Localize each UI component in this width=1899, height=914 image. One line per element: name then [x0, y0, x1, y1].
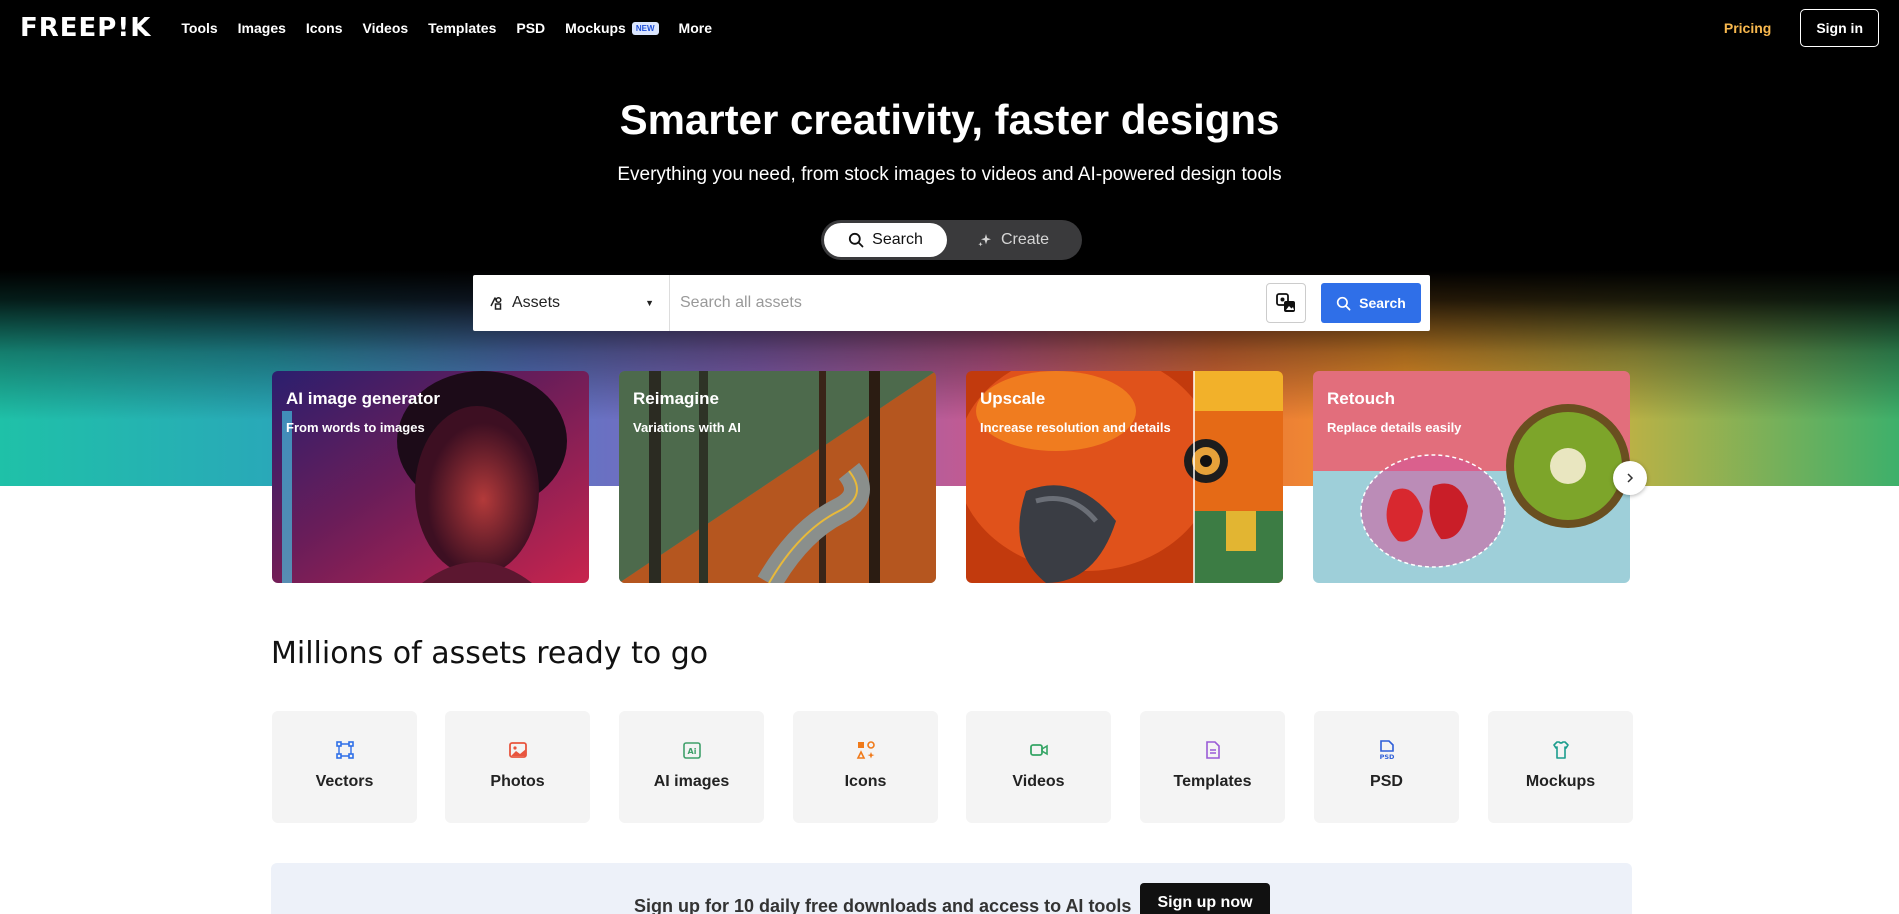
- category-icons[interactable]: Icons: [793, 711, 938, 823]
- feature-card-ai-image-generator[interactable]: AI image generator From words to images: [272, 371, 589, 583]
- category-psd[interactable]: PSD PSD: [1314, 711, 1459, 823]
- nav-item-label: PSD: [516, 20, 546, 36]
- hero-subtitle: Everything you need, from stock images t…: [617, 164, 1282, 185]
- nav-item-label: Videos: [362, 20, 409, 36]
- image-search-icon: [1276, 293, 1295, 312]
- card-subtitle: From words to images: [286, 420, 425, 435]
- image-search-button[interactable]: [1266, 283, 1306, 323]
- search-icon: [1336, 296, 1351, 310]
- sign-up-button[interactable]: Sign up now: [1140, 883, 1270, 914]
- card-title: Retouch: [1327, 389, 1395, 408]
- mode-search-label: Search: [872, 231, 923, 248]
- search-bar: Assets ▼ Search: [473, 275, 1430, 331]
- nav-item-psd[interactable]: PSD: [516, 20, 545, 36]
- category-label: Templates: [1173, 773, 1252, 790]
- main-nav: Tools Images Icons Videos Templates PSD …: [181, 20, 712, 36]
- nav-item-images[interactable]: Images: [238, 20, 286, 36]
- photo-icon: [508, 742, 527, 758]
- icons-icon: [856, 741, 875, 759]
- search-create-toggle: Search Create: [821, 220, 1082, 260]
- search-button-label: Search: [1359, 295, 1406, 311]
- feature-card-reimagine[interactable]: Reimagine Variations with AI: [619, 371, 936, 583]
- search-input[interactable]: [670, 275, 1266, 331]
- search-button[interactable]: Search: [1321, 283, 1421, 323]
- category-label: Mockups: [1525, 773, 1596, 790]
- nav-item-label: Templates: [428, 20, 497, 36]
- card-title: Upscale: [980, 389, 1046, 408]
- carousel-next-button[interactable]: [1613, 461, 1647, 495]
- caret-down-icon: ▼: [645, 298, 654, 308]
- nav-item-mockups[interactable]: Mockups NEW: [565, 20, 659, 36]
- vector-icon: [335, 741, 354, 759]
- mode-search-tab[interactable]: Search: [824, 223, 947, 257]
- header-actions: Pricing Sign in: [1724, 9, 1879, 47]
- assets-icon: [490, 296, 502, 310]
- pricing-link[interactable]: Pricing: [1724, 20, 1771, 36]
- psd-icon: PSD: [1379, 740, 1395, 761]
- freepik-logo[interactable]: FREEP!K: [20, 13, 151, 43]
- template-icon: [1205, 741, 1220, 759]
- ai-image-icon: Ai: [682, 742, 701, 759]
- chevron-right-icon: [1627, 473, 1634, 483]
- nav-item-label: Tools: [181, 20, 218, 36]
- category-mockups[interactable]: Mockups: [1488, 711, 1633, 823]
- sparkle-icon: [978, 234, 991, 247]
- asset-type-value: Assets: [512, 294, 561, 311]
- category-templates[interactable]: Templates: [1140, 711, 1285, 823]
- nav-item-icons[interactable]: Icons: [306, 20, 343, 36]
- sign-in-button[interactable]: Sign in: [1800, 9, 1879, 47]
- nav-item-videos[interactable]: Videos: [363, 20, 409, 36]
- feature-card-upscale[interactable]: Upscale Increase resolution and details: [966, 371, 1283, 583]
- feature-card-retouch[interactable]: Retouch Replace details easily: [1313, 371, 1630, 583]
- signup-banner-text: Sign up for 10 daily free downloads and …: [634, 896, 1132, 914]
- nav-item-more[interactable]: More: [679, 20, 712, 36]
- mode-create-label: Create: [1000, 231, 1050, 248]
- card-subtitle: Replace details easily: [1327, 420, 1462, 435]
- assets-section-title: Millions of assets ready to go: [271, 636, 709, 671]
- category-vectors[interactable]: Vectors: [272, 711, 417, 823]
- category-label: Videos: [1012, 773, 1065, 790]
- category-photos[interactable]: Photos: [445, 711, 590, 823]
- hero-title: Smarter creativity, faster designs: [619, 96, 1280, 143]
- nav-item-label: Images: [237, 20, 286, 36]
- category-label: Photos: [490, 773, 545, 790]
- category-label: AI images: [653, 773, 730, 790]
- search-icon: [849, 232, 864, 248]
- card-subtitle: Increase resolution and details: [980, 420, 1171, 435]
- svg-text:PSD: PSD: [1379, 753, 1394, 761]
- page: FREEP!K Tools Images Icons Videos Templa…: [0, 0, 1899, 914]
- category-label: PSD: [1370, 773, 1403, 790]
- new-badge: NEW: [631, 21, 659, 35]
- video-icon: [1029, 744, 1048, 756]
- category-label: Vectors: [315, 773, 374, 790]
- nav-item-tools[interactable]: Tools: [181, 20, 217, 36]
- mockup-icon: [1552, 741, 1569, 759]
- nav-item-label: Mockups: [565, 20, 626, 36]
- card-subtitle: Variations with AI: [633, 420, 741, 435]
- card-title: Reimagine: [633, 389, 719, 408]
- mode-create-tab[interactable]: Create: [947, 223, 1079, 257]
- top-header: FREEP!K Tools Images Icons Videos Templa…: [0, 0, 1899, 56]
- card-title: AI image generator: [286, 389, 440, 408]
- asset-type-dropdown[interactable]: Assets ▼: [473, 275, 670, 331]
- nav-item-label: Icons: [305, 20, 343, 36]
- signup-banner: Sign up for 10 daily free downloads and …: [271, 863, 1632, 914]
- nav-item-label: More: [678, 20, 712, 36]
- category-label: Icons: [844, 773, 887, 790]
- nav-item-templates[interactable]: Templates: [428, 20, 496, 36]
- category-videos[interactable]: Videos: [966, 711, 1111, 823]
- category-ai-images[interactable]: Ai AI images: [619, 711, 764, 823]
- svg-text:Ai: Ai: [687, 747, 696, 756]
